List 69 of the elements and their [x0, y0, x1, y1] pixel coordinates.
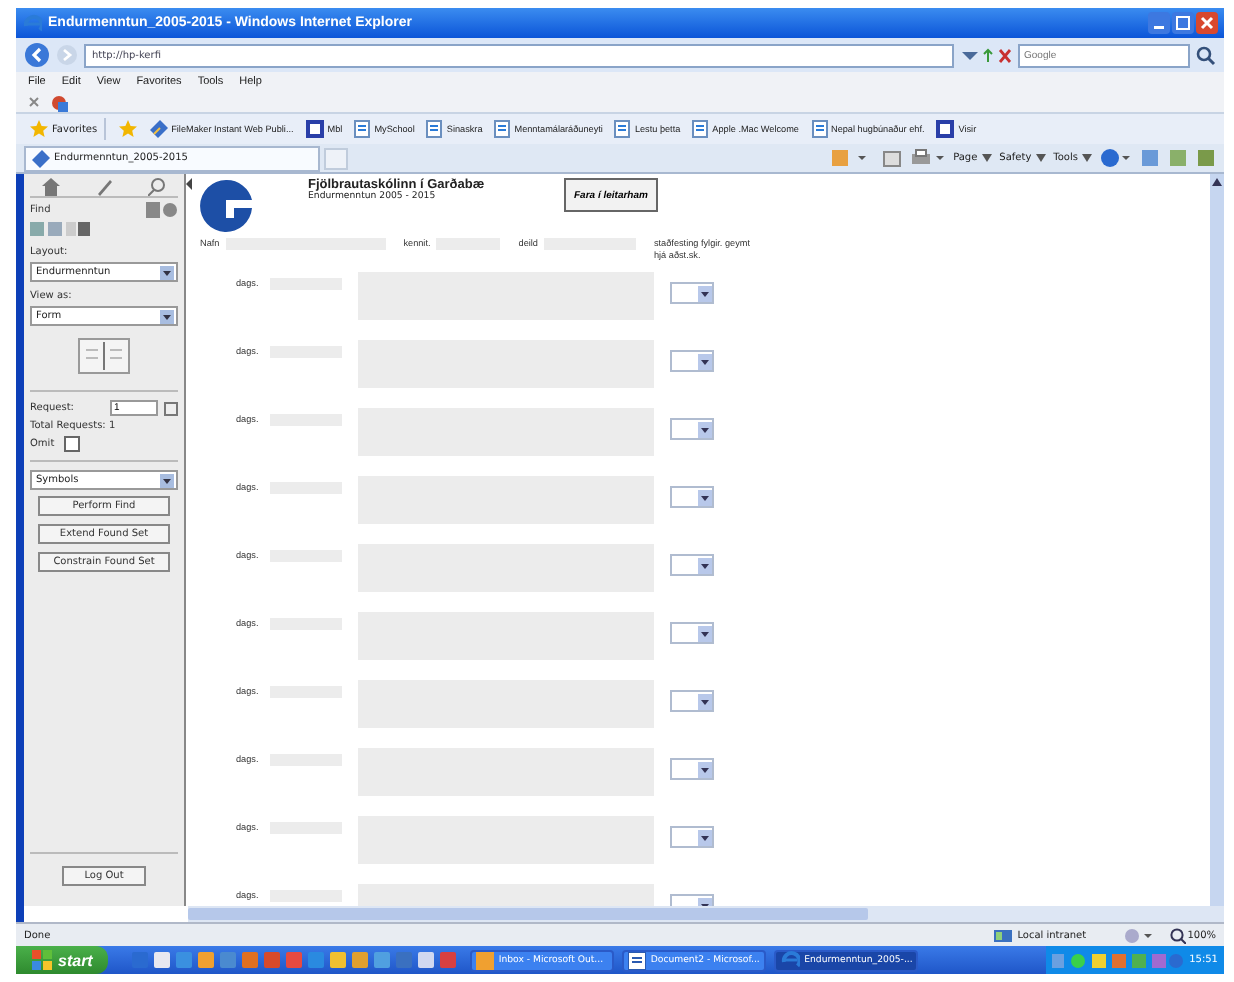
ie-icon — [22, 13, 42, 33]
scroll-up-icon[interactable] — [1212, 178, 1222, 186]
help-icon[interactable] — [1100, 148, 1132, 168]
dropdown-field[interactable] — [670, 826, 714, 848]
caret-icon — [698, 489, 712, 505]
dropdown-field[interactable] — [670, 554, 714, 576]
caret-icon — [981, 154, 992, 162]
page-icon — [354, 120, 371, 138]
add-favorite-icon[interactable] — [117, 120, 138, 138]
mail-icon — [476, 951, 495, 969]
dropdown-field[interactable] — [670, 690, 714, 712]
dropdown-field[interactable] — [670, 418, 714, 440]
caret-icon — [698, 557, 712, 573]
request-button-icon[interactable] — [164, 401, 178, 415]
tray-icons-drawing[interactable] — [1051, 951, 1184, 969]
dropdown-field[interactable] — [670, 622, 714, 644]
book-icon[interactable] — [78, 338, 130, 374]
site-icon — [305, 120, 324, 138]
search-icon[interactable] — [148, 178, 166, 196]
page-icon — [811, 120, 827, 138]
caret-icon — [698, 761, 712, 777]
site-icon — [936, 120, 955, 138]
ie-icon — [780, 950, 801, 970]
school-logo — [200, 178, 252, 234]
caret-icon — [698, 829, 712, 845]
dropdown-field[interactable] — [670, 282, 714, 304]
dropdown-field[interactable] — [670, 350, 714, 372]
zoom-icon — [1169, 927, 1186, 943]
caret-icon — [1035, 154, 1046, 162]
caret-icon — [698, 353, 712, 369]
omit-checkbox[interactable] — [64, 436, 81, 452]
navigation-icon[interactable] — [960, 45, 1012, 65]
star-icon — [30, 120, 48, 138]
page-icon — [426, 120, 443, 138]
back-icon[interactable] — [24, 42, 50, 68]
scroll-thumb[interactable] — [188, 908, 868, 920]
find-tools-icon[interactable] — [146, 202, 178, 218]
page-icon — [614, 120, 631, 138]
print-icon[interactable] — [909, 148, 946, 168]
caret-icon — [698, 693, 712, 709]
filemaker-icon — [32, 149, 50, 167]
document-icon — [628, 951, 647, 969]
caret-icon — [698, 285, 712, 301]
maximize-icon[interactable] — [1172, 12, 1194, 34]
windows-logo-icon — [32, 950, 52, 970]
pencil-icon[interactable] — [95, 178, 113, 196]
minimize-icon[interactable] — [1148, 12, 1170, 34]
close-icon[interactable] — [1196, 12, 1218, 34]
caret-icon — [1082, 154, 1092, 162]
search-icon[interactable] — [1196, 45, 1216, 65]
horizontal-scrollbar[interactable] — [188, 906, 1224, 922]
start-button[interactable]: start — [16, 946, 109, 974]
caret-icon — [698, 421, 712, 437]
page-icon — [494, 120, 511, 138]
intranet-icon — [993, 927, 1012, 943]
record-tools-icon[interactable] — [30, 222, 90, 238]
new-tab-button[interactable] — [324, 147, 348, 169]
page-icon — [692, 120, 709, 138]
dropdown-field[interactable] — [670, 486, 714, 508]
protected-mode-icon[interactable] — [1123, 927, 1152, 943]
caret-icon — [698, 625, 712, 641]
caret-icon — [160, 473, 174, 487]
filemaker-icon — [149, 120, 168, 138]
caret-icon — [160, 265, 174, 279]
dropdown-field[interactable] — [670, 758, 714, 780]
forward-icon[interactable] — [56, 44, 78, 66]
close-icon[interactable] — [28, 96, 40, 108]
caret-icon — [160, 309, 174, 323]
vertical-scrollbar[interactable] — [1210, 174, 1224, 906]
